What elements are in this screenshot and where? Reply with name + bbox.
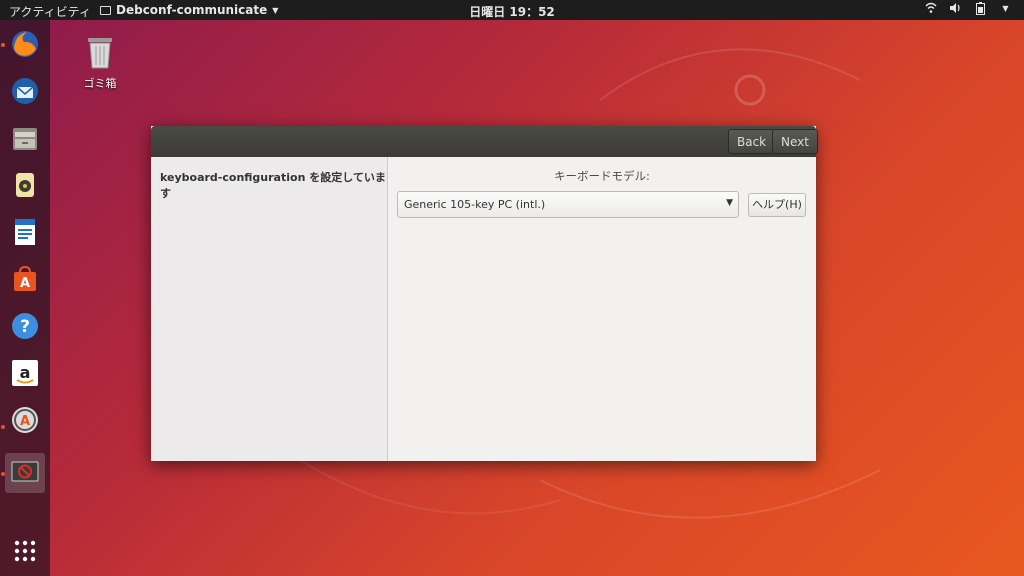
dialog-sidebar: keyboard-configuration を設定しています [151, 157, 388, 461]
firefox-icon [12, 31, 38, 57]
dock-item-writer[interactable] [5, 213, 45, 253]
debconf-window-icon [11, 461, 39, 482]
dock-item-files[interactable] [5, 119, 45, 159]
chevron-down-icon: ▼ [726, 198, 733, 208]
dock-item-help[interactable]: ? [5, 307, 45, 347]
dock-item-thunderbird[interactable] [5, 72, 45, 112]
dock-item-updater[interactable]: A [5, 401, 45, 441]
software-center-icon: A [14, 265, 36, 291]
keyboard-model-label: キーボードモデル: [554, 169, 650, 183]
debconf-dialog: Back Next keyboard-configuration を設定していま… [151, 126, 818, 461]
running-indicator [1, 425, 5, 429]
next-button[interactable]: Next [772, 129, 818, 154]
running-indicator [1, 43, 5, 47]
trash-label: ゴミ箱 [83, 77, 117, 90]
svg-text:A: A [20, 414, 30, 429]
software-updater-icon: A [12, 407, 38, 433]
dock: A ? a A [0, 20, 50, 576]
clock[interactable]: 日曜日 19：52 [0, 3, 1024, 20]
system-tray[interactable]: ▼ [924, 2, 1012, 16]
trash-icon [88, 38, 112, 69]
help-button[interactable]: ヘルプ(H) [748, 193, 806, 217]
document-icon [15, 219, 35, 245]
system-menu-icon: ▼ [1002, 4, 1009, 13]
battery-icon [974, 2, 987, 16]
thunderbird-icon [12, 78, 38, 104]
show-applications-button[interactable] [5, 531, 45, 571]
top-bar: アクティビティ Debconf-communicate ▼ 日曜日 19：52 … [0, 0, 1024, 20]
show-applications-icon [14, 540, 36, 562]
back-button[interactable]: Back [728, 129, 776, 154]
dock-item-firefox[interactable] [5, 25, 45, 65]
sidebar-title: keyboard-configuration を設定しています [160, 171, 386, 200]
svg-text:A: A [20, 276, 30, 291]
wifi-icon [924, 2, 937, 16]
dock-item-rhythmbox[interactable] [5, 166, 45, 206]
dock-item-debconf[interactable] [5, 453, 45, 493]
dock-item-software[interactable]: A [5, 260, 45, 300]
dialog-titlebar[interactable]: Back Next [151, 126, 818, 157]
svg-text:a: a [20, 363, 31, 382]
help-icon: ? [12, 313, 38, 339]
keyboard-model-value: Generic 105-key PC (intl.) [404, 198, 546, 211]
dock-item-amazon[interactable]: a [5, 354, 45, 394]
keyboard-model-select[interactable]: Generic 105-key PC (intl.) ▼ [397, 191, 739, 218]
running-indicator [1, 472, 5, 476]
files-icon [13, 128, 37, 150]
volume-icon [949, 2, 962, 16]
amazon-icon: a [12, 360, 38, 386]
desktop-trash[interactable]: ゴミ箱 [78, 34, 122, 91]
rhythmbox-icon [16, 173, 34, 197]
svg-text:?: ? [20, 317, 30, 337]
dialog-content: キーボードモデル: Generic 105-key PC (intl.) ▼ ヘ… [388, 157, 816, 461]
